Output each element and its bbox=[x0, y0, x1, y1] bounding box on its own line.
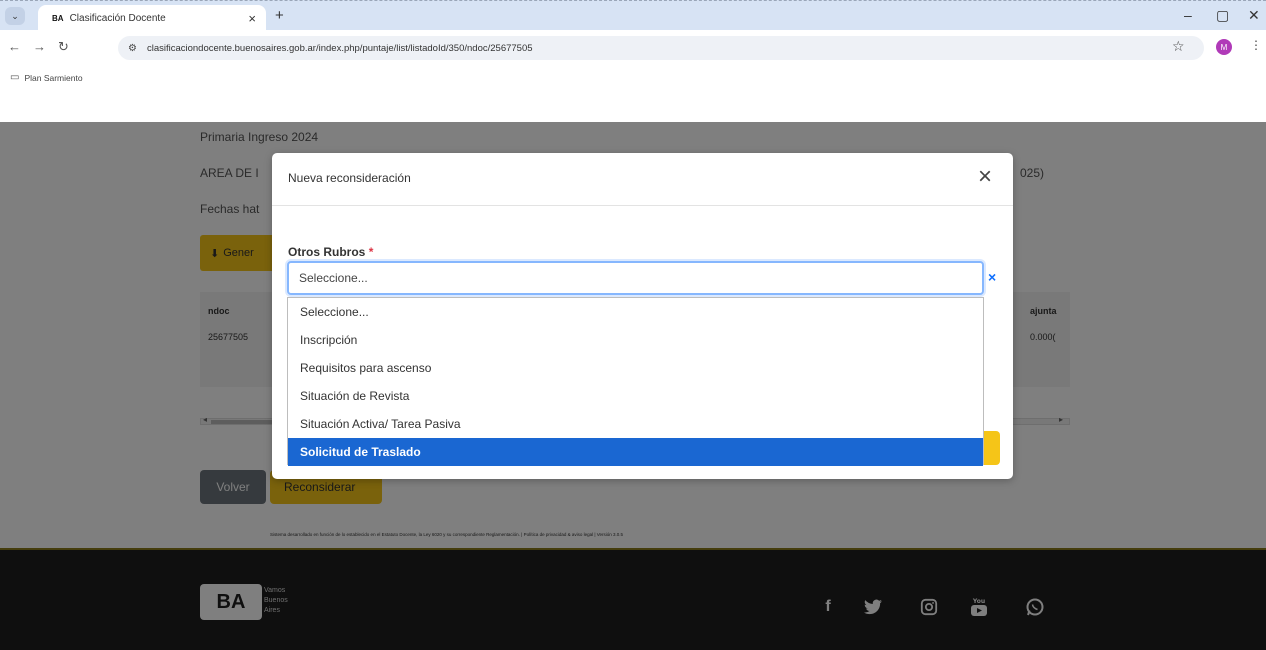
browser-tab-bar: ⌄ BA Clasificación Docente × + – ▢ ✕ bbox=[0, 0, 1266, 31]
url-text: clasificaciondocente.buenosaires.gob.ar/… bbox=[146, 42, 533, 54]
otros-rubros-label: Otros Rubros * bbox=[288, 245, 373, 259]
new-tab-button[interactable]: + bbox=[275, 7, 284, 24]
dropdown-option-highlighted[interactable]: Solicitud de Traslado bbox=[288, 438, 983, 466]
modal-title: Nueva reconsideración bbox=[288, 171, 411, 185]
tab-title: Clasificación Docente bbox=[69, 12, 166, 24]
browser-toolbar: ← → ↻ ⚙ clasificaciondocente.buenosaires… bbox=[0, 30, 1266, 90]
select-current-value: Seleccione... bbox=[299, 271, 368, 285]
close-window-button[interactable]: ✕ bbox=[1248, 7, 1260, 24]
back-icon[interactable]: ← bbox=[8, 39, 21, 54]
ba-favicon-icon: BA bbox=[52, 13, 64, 23]
field-label-text: Otros Rubros bbox=[288, 245, 366, 259]
bookmark-label: Plan Sarmiento bbox=[24, 72, 83, 83]
required-asterisk: * bbox=[368, 245, 374, 259]
folder-icon: ▭ bbox=[10, 72, 20, 83]
maximize-button[interactable]: ▢ bbox=[1216, 7, 1229, 24]
modal-header: Nueva reconsideración × bbox=[272, 153, 1013, 206]
dropdown-option[interactable]: Situación de Revista bbox=[288, 382, 983, 410]
profile-avatar[interactable]: M bbox=[1216, 39, 1232, 55]
bookmark-star-icon[interactable]: ☆ bbox=[1172, 38, 1185, 55]
otros-rubros-select[interactable]: Seleccione... bbox=[287, 261, 984, 295]
forward-icon[interactable]: → bbox=[33, 39, 46, 54]
address-bar[interactable]: ⚙ clasificaciondocente.buenosaires.gob.a… bbox=[118, 36, 1204, 60]
profile-initial: M bbox=[1220, 42, 1228, 52]
browser-menu-icon[interactable]: ⋮ bbox=[1250, 38, 1262, 52]
dropdown-option[interactable]: Inscripción bbox=[288, 326, 983, 354]
select-dropdown-list: Seleccione... Inscripción Requisitos par… bbox=[287, 297, 984, 466]
chevron-down-icon: ⌄ bbox=[11, 10, 19, 21]
tab-close-icon[interactable]: × bbox=[248, 11, 256, 26]
tab-list-button[interactable]: ⌄ bbox=[5, 7, 25, 25]
dropdown-option[interactable]: Seleccione... bbox=[288, 298, 983, 326]
close-icon[interactable]: × bbox=[978, 163, 992, 191]
dropdown-option[interactable]: Requisitos para ascenso bbox=[288, 354, 983, 382]
bookmark-plan-sarmiento[interactable]: ▭ Plan Sarmiento bbox=[10, 72, 83, 83]
minimize-button[interactable]: – bbox=[1184, 7, 1192, 23]
site-info-icon[interactable]: ⚙ bbox=[128, 43, 137, 54]
dropdown-option[interactable]: Situación Activa/ Tarea Pasiva bbox=[288, 410, 983, 438]
reload-icon[interactable]: ↻ bbox=[58, 39, 69, 55]
clear-selection-icon[interactable]: × bbox=[988, 269, 996, 285]
browser-tab[interactable]: BA Clasificación Docente × bbox=[38, 5, 266, 31]
